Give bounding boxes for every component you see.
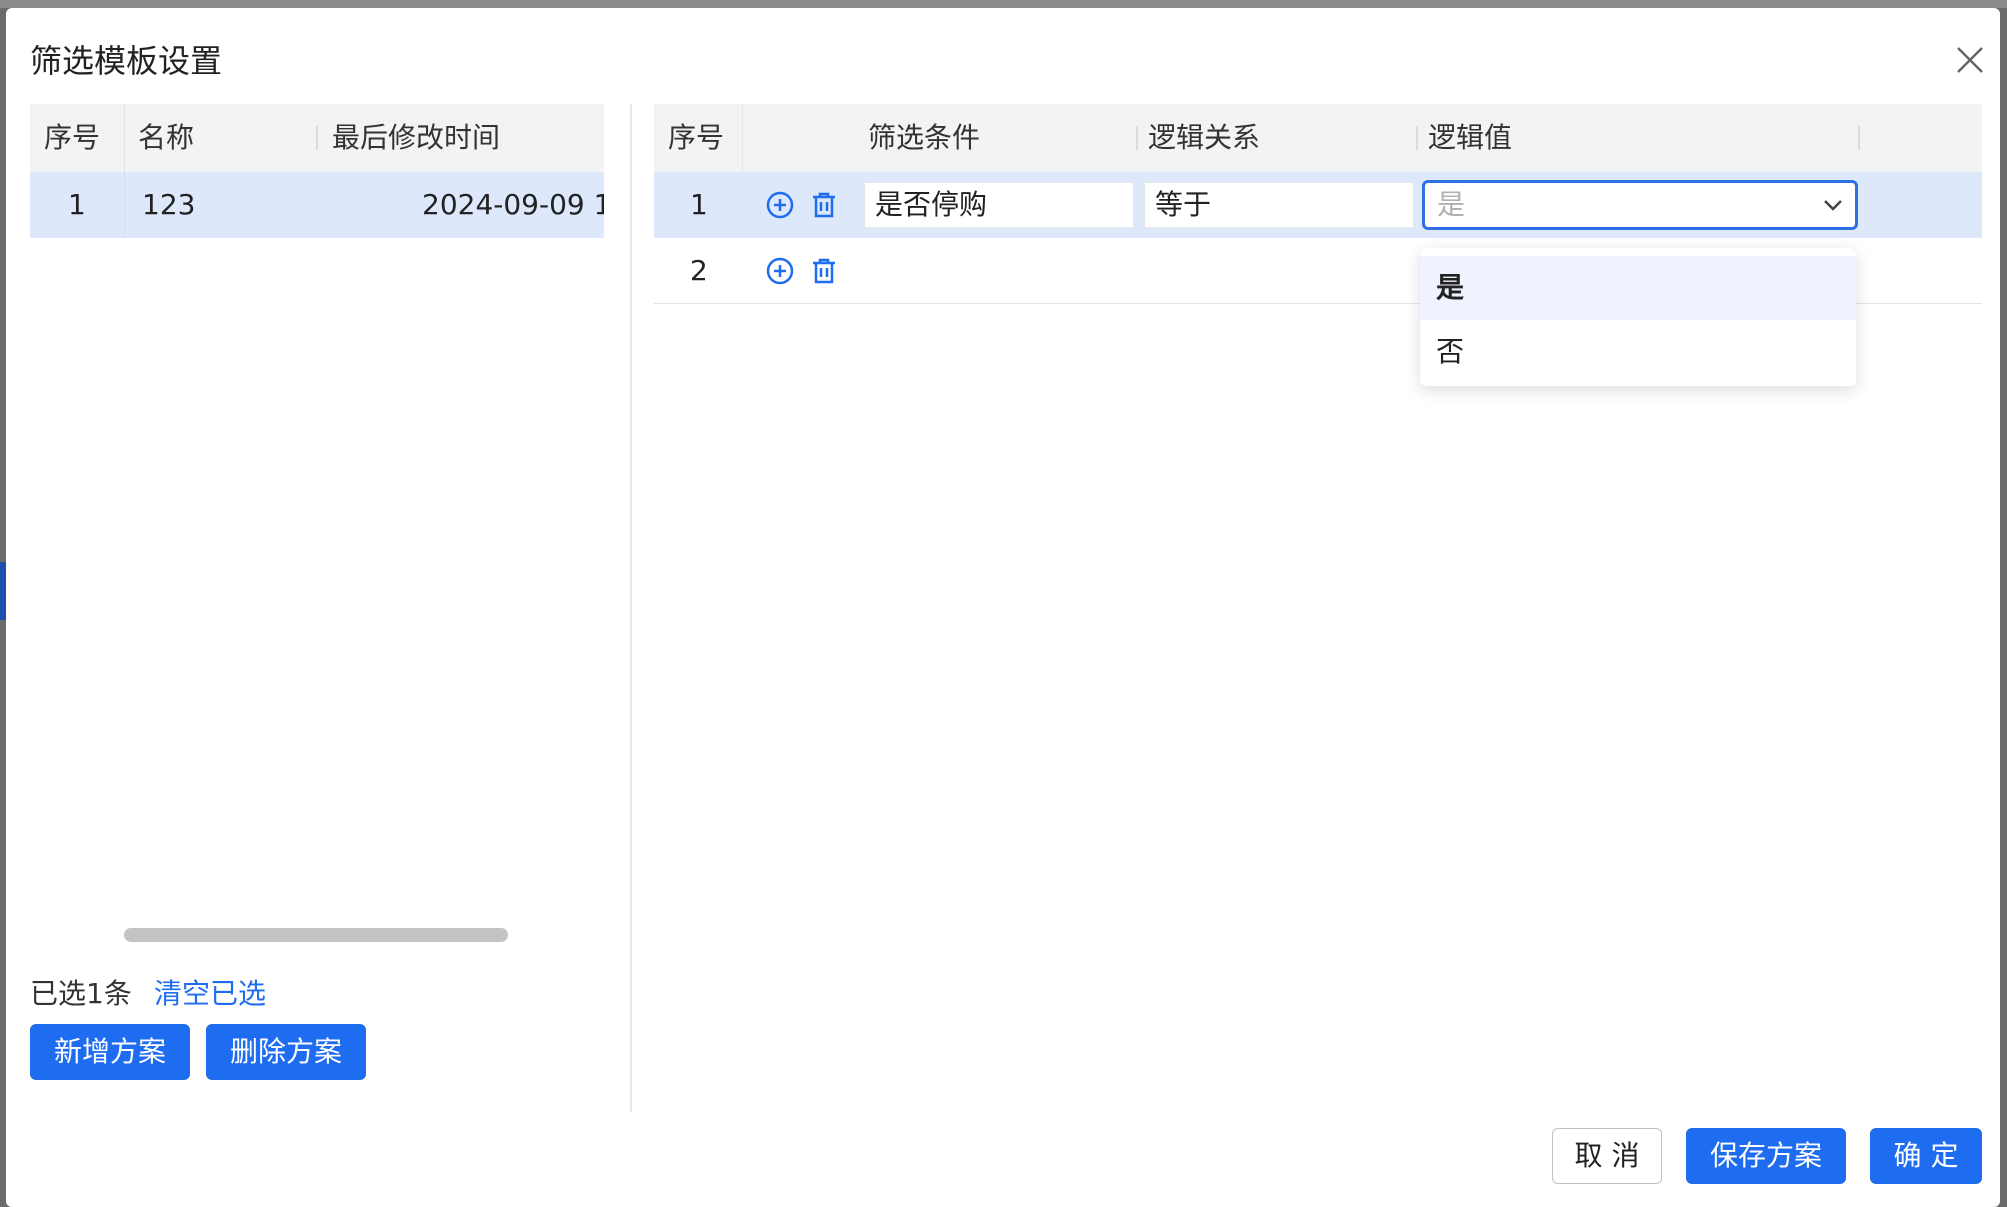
column-resize-handle[interactable] <box>1858 126 1860 150</box>
table-row[interactable]: 1 123 2024-09-09 10 <box>30 172 604 238</box>
filter-template-dialog: 筛选模板设置 序号 名称 最后修改时间 1 123 2024-09-09 10 … <box>6 8 2000 1207</box>
cancel-button[interactable]: 取 消 <box>1552 1128 1662 1184</box>
value-dropdown-menu: 是 否 <box>1420 248 1856 386</box>
table-row[interactable]: 1 是否停购 等于 是 <box>654 172 1982 238</box>
trash-icon[interactable] <box>808 189 840 221</box>
select-placeholder: 是 <box>1437 188 1466 221</box>
condition-operator-input[interactable]: 等于 <box>1144 182 1414 228</box>
add-circle-icon[interactable] <box>764 255 796 287</box>
column-header-field: 筛选条件 <box>868 121 981 154</box>
dropdown-option-yes[interactable]: 是 <box>1420 256 1856 320</box>
cell-index: 2 <box>690 254 708 287</box>
column-header-index: 序号 <box>668 121 725 154</box>
condition-value-select[interactable]: 是 <box>1422 180 1858 230</box>
column-header-name: 名称 <box>138 121 195 154</box>
cell-index: 1 <box>68 188 86 221</box>
column-resize-handle[interactable] <box>1136 126 1138 150</box>
trash-icon[interactable] <box>808 255 840 287</box>
horizontal-scrollbar[interactable] <box>124 928 508 942</box>
add-circle-icon[interactable] <box>764 189 796 221</box>
column-resize-handle[interactable] <box>1416 126 1418 150</box>
cell-name: 123 <box>142 188 196 221</box>
template-table: 序号 名称 最后修改时间 1 123 2024-09-09 10 <box>30 104 604 944</box>
confirm-button[interactable]: 确 定 <box>1870 1128 1982 1184</box>
conditions-table-header: 序号 筛选条件 逻辑关系 逻辑值 <box>654 104 1982 172</box>
column-divider <box>124 172 125 238</box>
template-table-header: 序号 名称 最后修改时间 <box>30 104 604 172</box>
delete-scheme-button[interactable]: 删除方案 <box>206 1024 366 1080</box>
cell-index: 1 <box>690 188 708 221</box>
condition-field-input[interactable]: 是否停购 <box>864 182 1134 228</box>
cell-modified: 2024-09-09 10 <box>422 188 604 221</box>
column-resize-handle[interactable] <box>316 126 318 150</box>
panel-divider <box>630 104 632 1112</box>
dialog-title: 筛选模板设置 <box>30 42 223 80</box>
column-header-operator: 逻辑关系 <box>1148 121 1261 154</box>
dropdown-option-no[interactable]: 否 <box>1420 320 1856 384</box>
column-header-modified: 最后修改时间 <box>332 121 501 154</box>
chevron-down-icon <box>1824 200 1842 211</box>
clear-selection-link[interactable]: 清空已选 <box>154 972 266 1012</box>
selected-count: 已选1条 <box>30 977 132 1010</box>
column-header-value: 逻辑值 <box>1428 121 1513 154</box>
column-header-index: 序号 <box>44 121 101 154</box>
add-scheme-button[interactable]: 新增方案 <box>30 1024 190 1080</box>
close-icon[interactable] <box>1950 40 1990 80</box>
backdrop <box>0 0 2007 8</box>
save-scheme-button[interactable]: 保存方案 <box>1686 1128 1846 1184</box>
